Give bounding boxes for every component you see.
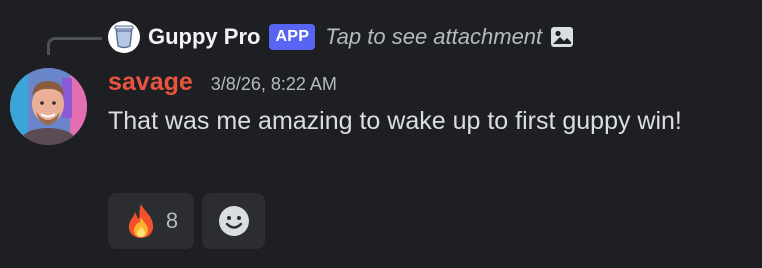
savage-avatar[interactable]	[10, 68, 87, 145]
reaction-count: 8	[165, 208, 179, 233]
tumbler-icon	[114, 25, 134, 49]
username[interactable]: savage	[108, 68, 193, 97]
fire-emoji	[128, 204, 153, 238]
reply-reference[interactable]: Guppy Pro APP Tap to see attachment	[108, 20, 574, 54]
timestamp[interactable]: 3/8/26, 8:22 AM	[211, 74, 337, 95]
chat-message-view: Guppy Pro APP Tap to see attachment sava…	[0, 0, 762, 268]
reactions-bar: 8	[108, 193, 265, 249]
image-icon	[550, 26, 574, 48]
message-text: That was me amazing to wake up to first …	[108, 107, 682, 135]
add-reaction-smiley-icon	[218, 206, 249, 236]
reply-preview-text[interactable]: Tap to see attachment	[325, 24, 542, 50]
app-badge: APP	[269, 24, 316, 50]
message-header: savage 3/8/26, 8:22 AM	[108, 68, 337, 100]
reply-author-name[interactable]: Guppy Pro	[148, 24, 260, 50]
guppy-pro-avatar[interactable]	[108, 21, 140, 53]
add-reaction-button[interactable]	[202, 193, 265, 249]
reply-connector-line	[47, 37, 102, 55]
reaction-fire[interactable]: 8	[108, 193, 194, 249]
